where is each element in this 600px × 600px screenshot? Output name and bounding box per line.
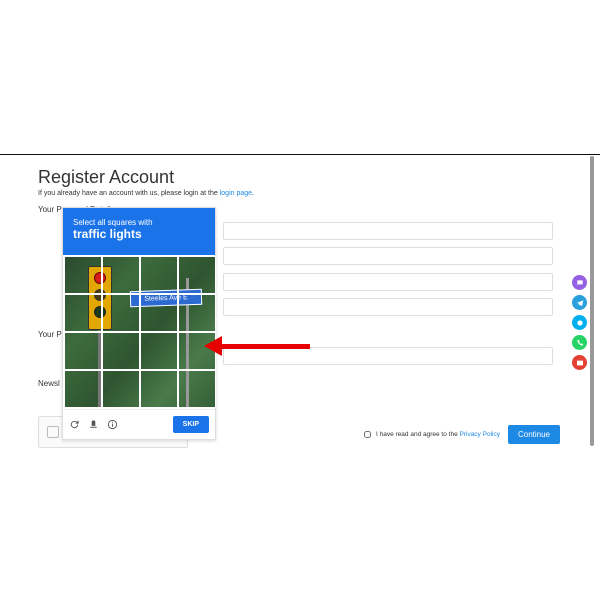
recaptcha-checkbox[interactable] [47, 426, 59, 438]
input-field-2[interactable] [223, 247, 553, 265]
recaptcha-tile[interactable] [178, 256, 216, 294]
input-field-1[interactable] [223, 222, 553, 240]
recaptcha-tile[interactable] [140, 294, 178, 332]
recaptcha-audio-icon[interactable] [88, 419, 99, 430]
recaptcha-reload-icon[interactable] [69, 419, 80, 430]
annotation-arrow [220, 344, 310, 349]
float-mail-button[interactable] [572, 355, 587, 370]
recaptcha-tile[interactable] [102, 256, 140, 294]
agree-prefix: I have read and agree to the [376, 431, 459, 438]
recaptcha-tile[interactable] [64, 332, 102, 370]
recaptcha-tile[interactable] [102, 294, 140, 332]
input-field-5[interactable] [223, 347, 553, 365]
float-chat-button[interactable] [572, 275, 587, 290]
agree-text: I have read and agree to the Privacy Pol… [364, 431, 500, 438]
float-telegram-button[interactable] [572, 295, 587, 310]
recaptcha-skip-button[interactable]: SKIP [173, 416, 209, 433]
floating-contact-column [572, 275, 587, 370]
recaptcha-instruction: Select all squares with traffic lights [63, 208, 215, 255]
recaptcha-tile[interactable] [140, 256, 178, 294]
scrollbar-vertical[interactable] [590, 156, 594, 446]
recaptcha-info-icon[interactable] [107, 419, 118, 430]
login-page-link[interactable]: login page [220, 190, 252, 197]
recaptcha-tile[interactable] [178, 370, 216, 408]
recaptcha-grid-overlay [64, 256, 216, 408]
recaptcha-tile[interactable] [64, 294, 102, 332]
page-title: Register Account [38, 167, 562, 188]
recaptcha-tile[interactable] [102, 332, 140, 370]
top-blank-region [0, 0, 600, 155]
input-field-3[interactable] [223, 273, 553, 291]
recaptcha-tile[interactable] [140, 370, 178, 408]
recaptcha-instruction-line1: Select all squares with [73, 218, 205, 227]
annotation-arrow-head [204, 336, 222, 356]
recaptcha-image-grid[interactable]: Steeles Ave E [64, 256, 216, 408]
recaptcha-instruction-line2: traffic lights [73, 227, 205, 241]
float-skype-button[interactable] [572, 315, 587, 330]
recaptcha-tile[interactable] [102, 370, 140, 408]
continue-button[interactable]: Continue [508, 425, 560, 444]
float-whatsapp-button[interactable] [572, 335, 587, 350]
input-field-4[interactable] [223, 298, 553, 316]
login-hint: If you already have an account with us, … [38, 190, 562, 197]
recaptcha-tile[interactable] [140, 332, 178, 370]
privacy-policy-link[interactable]: Privacy Policy [460, 431, 500, 438]
login-hint-text: If you already have an account with us, … [38, 190, 220, 197]
recaptcha-tile[interactable] [64, 256, 102, 294]
annotation-arrow-line [220, 344, 310, 349]
agree-checkbox[interactable] [364, 431, 371, 438]
recaptcha-tile[interactable] [64, 370, 102, 408]
recaptcha-challenge-popup: Select all squares with traffic lights S… [62, 207, 216, 440]
recaptcha-tile[interactable] [178, 294, 216, 332]
